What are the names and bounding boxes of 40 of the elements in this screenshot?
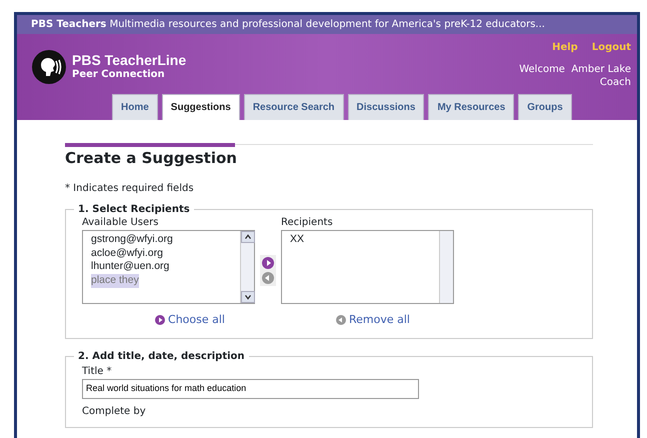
pbs-logo-icon bbox=[32, 50, 66, 84]
user-name: Amber Lake bbox=[571, 64, 631, 75]
list-item[interactable]: lhunter@uen.org bbox=[91, 260, 170, 272]
tagline-text: Multimedia resources and professional development for America's preK-12 educators... bbox=[110, 19, 545, 30]
choose-all-link[interactable]: Choose all bbox=[155, 312, 225, 328]
nav-tab[interactable]: Discussions bbox=[348, 94, 424, 120]
header-link[interactable]: Logout bbox=[592, 40, 631, 55]
nav-tab[interactable]: My Resources bbox=[428, 94, 514, 120]
required-note: * Indicates required fields bbox=[65, 182, 195, 196]
logo-title: PBS TeacherLine bbox=[72, 52, 186, 66]
header-link[interactable]: Help bbox=[552, 40, 578, 55]
arrow-right-icon bbox=[155, 315, 166, 326]
remove-all-link[interactable]: Remove all bbox=[336, 312, 410, 328]
scrollbar bbox=[439, 231, 453, 303]
welcome-text: Welcome bbox=[519, 64, 565, 75]
list-item[interactable]: XX bbox=[290, 233, 304, 245]
nav-tab[interactable]: Home bbox=[112, 94, 158, 120]
page-title: Create a Suggestion bbox=[65, 149, 238, 167]
field-label: Complete by bbox=[82, 404, 147, 419]
field-label: Title * bbox=[82, 365, 113, 380]
list-item[interactable]: gstrong@wfyi.org bbox=[91, 233, 173, 245]
nav-tab[interactable]: Suggestions bbox=[162, 94, 240, 120]
scrollbar[interactable] bbox=[240, 231, 254, 303]
scroll-up-icon[interactable] bbox=[241, 231, 255, 243]
list-item[interactable]: place they bbox=[91, 274, 139, 288]
list-item[interactable]: acloe@wfyi.org bbox=[91, 246, 163, 259]
nav-tab[interactable]: Groups bbox=[518, 94, 572, 120]
user-role: Coach bbox=[600, 77, 631, 88]
title-input[interactable]: Real world situations for math education bbox=[82, 379, 419, 399]
scroll-down-icon[interactable] bbox=[241, 291, 255, 303]
arrow-left-icon bbox=[336, 315, 346, 326]
section-legend: 1. Select Recipients bbox=[74, 202, 194, 217]
field-label: Recipients bbox=[281, 216, 334, 230]
nav-tab[interactable]: Resource Search bbox=[244, 94, 344, 120]
field-label: Available Users bbox=[82, 216, 160, 230]
section-legend: 2. Add title, date, description bbox=[74, 349, 249, 364]
available-users-list[interactable]: gstrong@wfyi.org acloe@wfyi.org lhunter@uen.org place they bbox=[82, 230, 255, 304]
brand-text: PBS Teachers bbox=[31, 19, 106, 30]
recipients-list[interactable]: XX bbox=[281, 230, 454, 304]
logo-subtitle: Peer Connection bbox=[72, 68, 166, 82]
